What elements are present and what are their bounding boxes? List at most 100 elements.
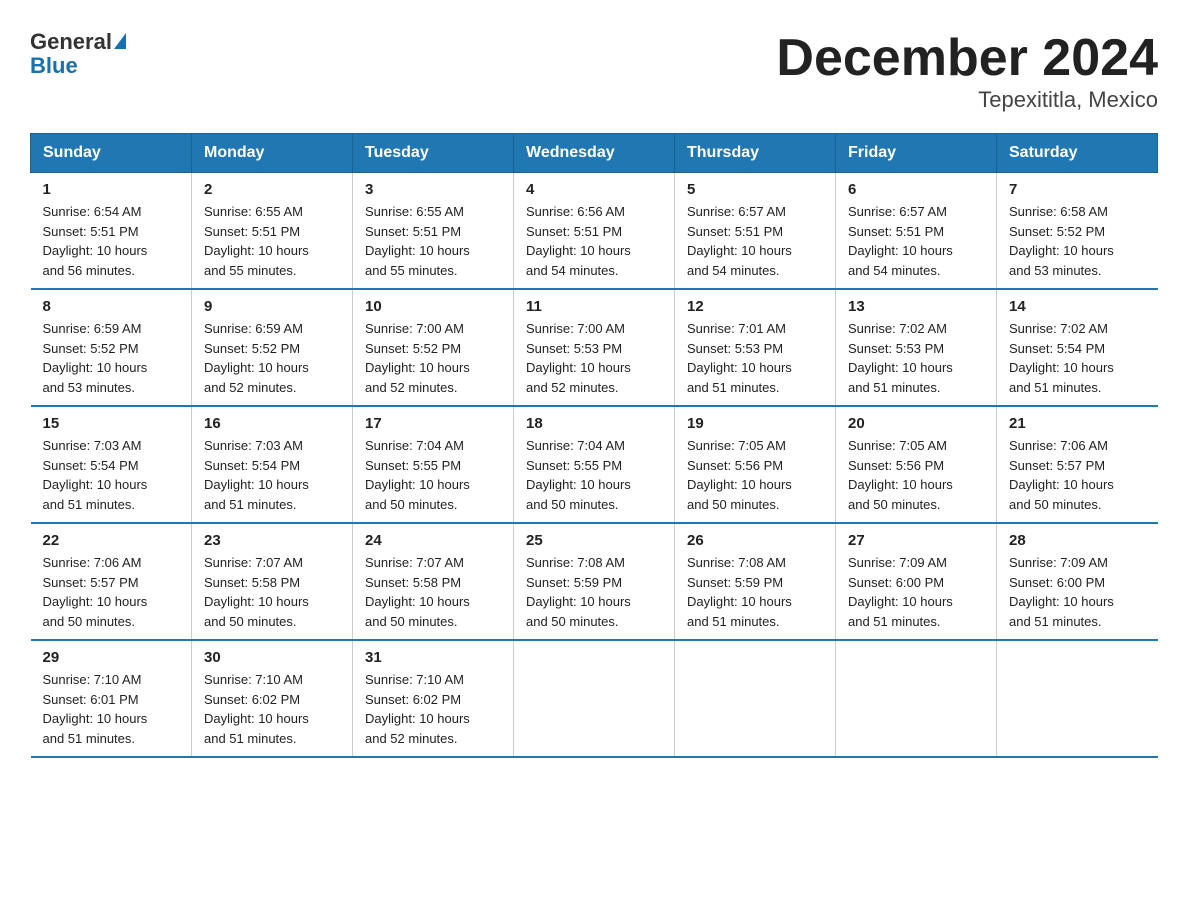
day-number: 29: [43, 649, 180, 666]
logo-triangle-icon: [114, 33, 126, 49]
day-number: 25: [526, 532, 662, 549]
day-cell: [836, 640, 997, 757]
day-info: Sunrise: 7:08 AMSunset: 5:59 PMDaylight:…: [687, 553, 823, 631]
week-row-2: 8 Sunrise: 6:59 AMSunset: 5:52 PMDayligh…: [31, 289, 1158, 406]
day-cell: 18 Sunrise: 7:04 AMSunset: 5:55 PMDaylig…: [514, 406, 675, 523]
day-number: 14: [1009, 298, 1146, 315]
logo-general-text: General: [30, 29, 112, 54]
day-number: 27: [848, 532, 984, 549]
day-number: 18: [526, 415, 662, 432]
day-number: 17: [365, 415, 501, 432]
header-saturday: Saturday: [997, 134, 1158, 173]
day-cell: 13 Sunrise: 7:02 AMSunset: 5:53 PMDaylig…: [836, 289, 997, 406]
day-number: 2: [204, 181, 340, 198]
header-friday: Friday: [836, 134, 997, 173]
day-number: 11: [526, 298, 662, 315]
day-info: Sunrise: 6:56 AMSunset: 5:51 PMDaylight:…: [526, 202, 662, 280]
day-cell: 17 Sunrise: 7:04 AMSunset: 5:55 PMDaylig…: [353, 406, 514, 523]
day-cell: 29 Sunrise: 7:10 AMSunset: 6:01 PMDaylig…: [31, 640, 192, 757]
day-cell: 9 Sunrise: 6:59 AMSunset: 5:52 PMDayligh…: [192, 289, 353, 406]
day-cell: 24 Sunrise: 7:07 AMSunset: 5:58 PMDaylig…: [353, 523, 514, 640]
day-info: Sunrise: 7:03 AMSunset: 5:54 PMDaylight:…: [43, 436, 180, 514]
day-number: 20: [848, 415, 984, 432]
week-row-5: 29 Sunrise: 7:10 AMSunset: 6:01 PMDaylig…: [31, 640, 1158, 757]
day-info: Sunrise: 7:01 AMSunset: 5:53 PMDaylight:…: [687, 319, 823, 397]
day-cell: 2 Sunrise: 6:55 AMSunset: 5:51 PMDayligh…: [192, 173, 353, 290]
day-cell: [675, 640, 836, 757]
day-cell: 10 Sunrise: 7:00 AMSunset: 5:52 PMDaylig…: [353, 289, 514, 406]
day-cell: 8 Sunrise: 6:59 AMSunset: 5:52 PMDayligh…: [31, 289, 192, 406]
day-number: 4: [526, 181, 662, 198]
day-info: Sunrise: 6:59 AMSunset: 5:52 PMDaylight:…: [43, 319, 180, 397]
day-info: Sunrise: 7:05 AMSunset: 5:56 PMDaylight:…: [848, 436, 984, 514]
day-info: Sunrise: 7:02 AMSunset: 5:54 PMDaylight:…: [1009, 319, 1146, 397]
day-cell: 21 Sunrise: 7:06 AMSunset: 5:57 PMDaylig…: [997, 406, 1158, 523]
calendar-subtitle: Tepexititla, Mexico: [776, 87, 1158, 113]
day-cell: 7 Sunrise: 6:58 AMSunset: 5:52 PMDayligh…: [997, 173, 1158, 290]
day-number: 23: [204, 532, 340, 549]
day-number: 1: [43, 181, 180, 198]
day-number: 7: [1009, 181, 1146, 198]
day-info: Sunrise: 7:03 AMSunset: 5:54 PMDaylight:…: [204, 436, 340, 514]
week-row-4: 22 Sunrise: 7:06 AMSunset: 5:57 PMDaylig…: [31, 523, 1158, 640]
day-info: Sunrise: 7:06 AMSunset: 5:57 PMDaylight:…: [43, 553, 180, 631]
day-info: Sunrise: 6:55 AMSunset: 5:51 PMDaylight:…: [365, 202, 501, 280]
day-number: 5: [687, 181, 823, 198]
day-number: 9: [204, 298, 340, 315]
day-number: 12: [687, 298, 823, 315]
day-number: 30: [204, 649, 340, 666]
day-number: 10: [365, 298, 501, 315]
day-info: Sunrise: 7:10 AMSunset: 6:01 PMDaylight:…: [43, 670, 180, 748]
header-tuesday: Tuesday: [353, 134, 514, 173]
day-cell: 26 Sunrise: 7:08 AMSunset: 5:59 PMDaylig…: [675, 523, 836, 640]
day-number: 3: [365, 181, 501, 198]
day-number: 24: [365, 532, 501, 549]
day-cell: 15 Sunrise: 7:03 AMSunset: 5:54 PMDaylig…: [31, 406, 192, 523]
calendar-title: December 2024: [776, 30, 1158, 87]
day-info: Sunrise: 7:06 AMSunset: 5:57 PMDaylight:…: [1009, 436, 1146, 514]
day-cell: 4 Sunrise: 6:56 AMSunset: 5:51 PMDayligh…: [514, 173, 675, 290]
day-cell: 20 Sunrise: 7:05 AMSunset: 5:56 PMDaylig…: [836, 406, 997, 523]
day-number: 16: [204, 415, 340, 432]
day-cell: 5 Sunrise: 6:57 AMSunset: 5:51 PMDayligh…: [675, 173, 836, 290]
day-number: 8: [43, 298, 180, 315]
day-info: Sunrise: 6:55 AMSunset: 5:51 PMDaylight:…: [204, 202, 340, 280]
day-cell: 11 Sunrise: 7:00 AMSunset: 5:53 PMDaylig…: [514, 289, 675, 406]
day-cell: 25 Sunrise: 7:08 AMSunset: 5:59 PMDaylig…: [514, 523, 675, 640]
header-sunday: Sunday: [31, 134, 192, 173]
day-info: Sunrise: 7:05 AMSunset: 5:56 PMDaylight:…: [687, 436, 823, 514]
day-cell: 27 Sunrise: 7:09 AMSunset: 6:00 PMDaylig…: [836, 523, 997, 640]
day-info: Sunrise: 6:54 AMSunset: 5:51 PMDaylight:…: [43, 202, 180, 280]
day-cell: 28 Sunrise: 7:09 AMSunset: 6:00 PMDaylig…: [997, 523, 1158, 640]
day-info: Sunrise: 7:00 AMSunset: 5:52 PMDaylight:…: [365, 319, 501, 397]
day-cell: [997, 640, 1158, 757]
header-monday: Monday: [192, 134, 353, 173]
logo-blue-text: Blue: [30, 54, 126, 78]
calendar-table: SundayMondayTuesdayWednesdayThursdayFrid…: [30, 133, 1158, 758]
day-info: Sunrise: 7:04 AMSunset: 5:55 PMDaylight:…: [365, 436, 501, 514]
day-number: 15: [43, 415, 180, 432]
day-cell: 12 Sunrise: 7:01 AMSunset: 5:53 PMDaylig…: [675, 289, 836, 406]
day-number: 31: [365, 649, 501, 666]
day-info: Sunrise: 7:10 AMSunset: 6:02 PMDaylight:…: [204, 670, 340, 748]
day-number: 22: [43, 532, 180, 549]
day-info: Sunrise: 6:57 AMSunset: 5:51 PMDaylight:…: [848, 202, 984, 280]
day-info: Sunrise: 7:07 AMSunset: 5:58 PMDaylight:…: [204, 553, 340, 631]
day-info: Sunrise: 7:04 AMSunset: 5:55 PMDaylight:…: [526, 436, 662, 514]
day-number: 26: [687, 532, 823, 549]
title-block: December 2024 Tepexititla, Mexico: [776, 30, 1158, 113]
week-row-3: 15 Sunrise: 7:03 AMSunset: 5:54 PMDaylig…: [31, 406, 1158, 523]
day-info: Sunrise: 7:10 AMSunset: 6:02 PMDaylight:…: [365, 670, 501, 748]
day-cell: 30 Sunrise: 7:10 AMSunset: 6:02 PMDaylig…: [192, 640, 353, 757]
week-row-1: 1 Sunrise: 6:54 AMSunset: 5:51 PMDayligh…: [31, 173, 1158, 290]
day-number: 21: [1009, 415, 1146, 432]
day-number: 19: [687, 415, 823, 432]
calendar-header-row: SundayMondayTuesdayWednesdayThursdayFrid…: [31, 134, 1158, 173]
day-cell: 1 Sunrise: 6:54 AMSunset: 5:51 PMDayligh…: [31, 173, 192, 290]
day-number: 28: [1009, 532, 1146, 549]
day-cell: 14 Sunrise: 7:02 AMSunset: 5:54 PMDaylig…: [997, 289, 1158, 406]
day-info: Sunrise: 6:59 AMSunset: 5:52 PMDaylight:…: [204, 319, 340, 397]
day-info: Sunrise: 6:58 AMSunset: 5:52 PMDaylight:…: [1009, 202, 1146, 280]
day-info: Sunrise: 7:02 AMSunset: 5:53 PMDaylight:…: [848, 319, 984, 397]
page-header: General Blue December 2024 Tepexititla, …: [30, 30, 1158, 113]
